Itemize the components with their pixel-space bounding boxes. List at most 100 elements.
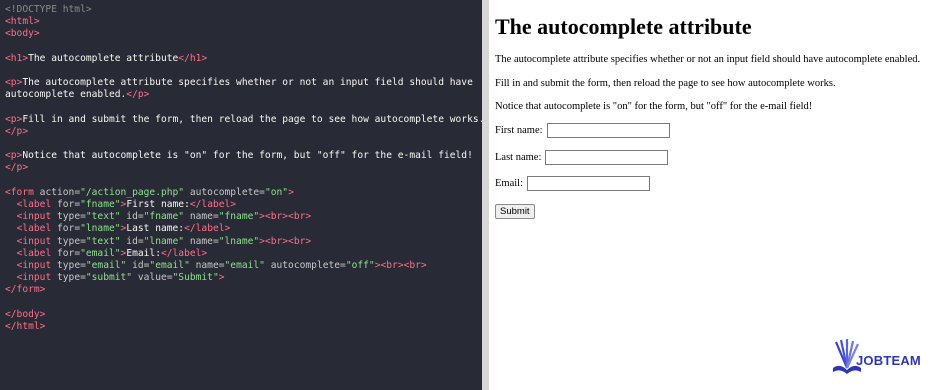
code-token: action= — [33, 186, 81, 198]
code-token: ><br><br> — [259, 211, 312, 223]
page-heading: The autocomplete attribute — [495, 14, 752, 39]
code-token: "submit" — [85, 272, 133, 284]
code-token: </form> — [5, 284, 46, 296]
code-line: </form> — [5, 284, 482, 296]
code-token: > — [218, 272, 225, 284]
code-token: name= — [184, 235, 219, 247]
code-token: <!DOCTYPE html> — [5, 4, 92, 15]
code-token: <label — [16, 247, 52, 259]
code-token: "lname" — [80, 223, 121, 235]
submit-button[interactable]: Submit — [495, 204, 535, 219]
code-token: "email" — [149, 259, 190, 271]
code-token: "lname" — [218, 235, 260, 247]
code-token: autocomplete enabled. — [5, 89, 127, 101]
code-token: autocomplete= — [264, 259, 346, 271]
code-token: <label — [16, 199, 52, 210]
code-line: <label for="email">Email:</label> — [5, 248, 482, 260]
code-token: Notice that autocomplete is "on" for the… — [22, 150, 473, 162]
code-token: ><br><br> — [259, 235, 312, 247]
code-token: <input — [16, 259, 52, 271]
code-token: "text" — [85, 235, 121, 247]
code-token: for= — [51, 199, 81, 210]
email-row: Email: — [495, 176, 650, 191]
pane-splitter[interactable] — [482, 0, 489, 390]
code-token: <p> — [5, 113, 23, 125]
code-token: </h1> — [178, 52, 208, 64]
code-token: "Submit" — [172, 272, 219, 284]
code-line: <p>Notice that autocomplete is "on" for … — [5, 150, 482, 162]
code-line: <p>The autocomplete attribute specifies … — [5, 77, 482, 89]
code-token: </label> — [189, 199, 237, 210]
code-line: <input type="text" id="fname" name="fnam… — [5, 211, 482, 223]
first-name-row: First name: — [495, 123, 670, 138]
code-token: "off" — [345, 259, 375, 271]
code-line: autocomplete enabled.</p> — [5, 89, 482, 101]
code-token: ><br><br> — [374, 259, 427, 271]
code-token: type= — [51, 259, 86, 271]
code-line: <body> — [5, 28, 482, 40]
code-token: The autocomplete attribute specifies whe… — [22, 77, 473, 89]
code-token: </p> — [5, 162, 29, 174]
code-token: </label> — [160, 247, 208, 259]
code-token: "email" — [224, 259, 265, 271]
description-paragraph: The autocomplete attribute specifies whe… — [495, 54, 921, 65]
code-token: "/action_page.php" — [80, 186, 185, 198]
code-token: <html> — [5, 16, 40, 28]
code-token: type= — [51, 211, 86, 223]
code-token: type= — [51, 272, 86, 284]
code-token: <input — [16, 272, 52, 284]
code-token: value= — [132, 272, 173, 284]
code-token: <label — [16, 223, 52, 235]
code-line: <form action="/action_page.php" autocomp… — [5, 187, 482, 199]
code-line: </p> — [5, 126, 482, 138]
code-token: The autocomplete attribute — [28, 52, 179, 64]
code-token: "email" — [85, 259, 127, 271]
code-editor[interactable]: <!DOCTYPE html> <html> <body> <h1>The autoc… — [0, 0, 485, 390]
last-name-label: Last name: — [495, 152, 542, 163]
jobteam-logo: JOBTEAM — [832, 338, 942, 378]
code-token: <form — [5, 186, 34, 198]
code-line: <label for="lname">Last name:</label> — [5, 223, 482, 235]
code-line: <label for="fname">First name:</label> — [5, 199, 482, 211]
code-token: <input — [16, 211, 52, 223]
code-token: </body> — [5, 308, 46, 320]
last-name-row: Last name: — [495, 150, 669, 165]
instruction-paragraph: Fill in and submit the form, then reload… — [495, 78, 836, 89]
code-line: </p> — [5, 162, 482, 174]
code-line: <h1>The autocomplete attribute</h1> — [5, 53, 482, 65]
code-line: <!DOCTYPE html> — [5, 4, 482, 16]
email-label: Email: — [495, 178, 523, 189]
code-token: </p> — [126, 89, 150, 101]
code-token: Fill in and submit the form, then reload… — [22, 113, 485, 125]
code-token: Email: — [126, 247, 161, 259]
notice-paragraph: Notice that autocomplete is "on" for the… — [495, 101, 813, 112]
email-input[interactable] — [527, 176, 650, 191]
code-token: name= — [189, 259, 225, 271]
code-token: <input — [16, 235, 52, 247]
code-token: "fname" — [80, 199, 121, 210]
first-name-label: First name: — [495, 125, 543, 136]
code-token: Last name: — [126, 223, 185, 235]
preview-pane: The autocomplete attribute The autocompl… — [489, 0, 946, 390]
code-token: > — [288, 186, 294, 198]
code-token: id= — [126, 259, 150, 271]
code-token: "fname" — [143, 211, 185, 223]
logo-text: JOBTEAM — [856, 353, 921, 368]
first-name-input[interactable] — [546, 123, 670, 138]
code-token: id= — [120, 235, 144, 247]
code-token: for= — [51, 223, 81, 235]
code-token: First name: — [126, 199, 190, 210]
code-token: for= — [51, 247, 81, 259]
last-name-input[interactable] — [545, 150, 669, 165]
